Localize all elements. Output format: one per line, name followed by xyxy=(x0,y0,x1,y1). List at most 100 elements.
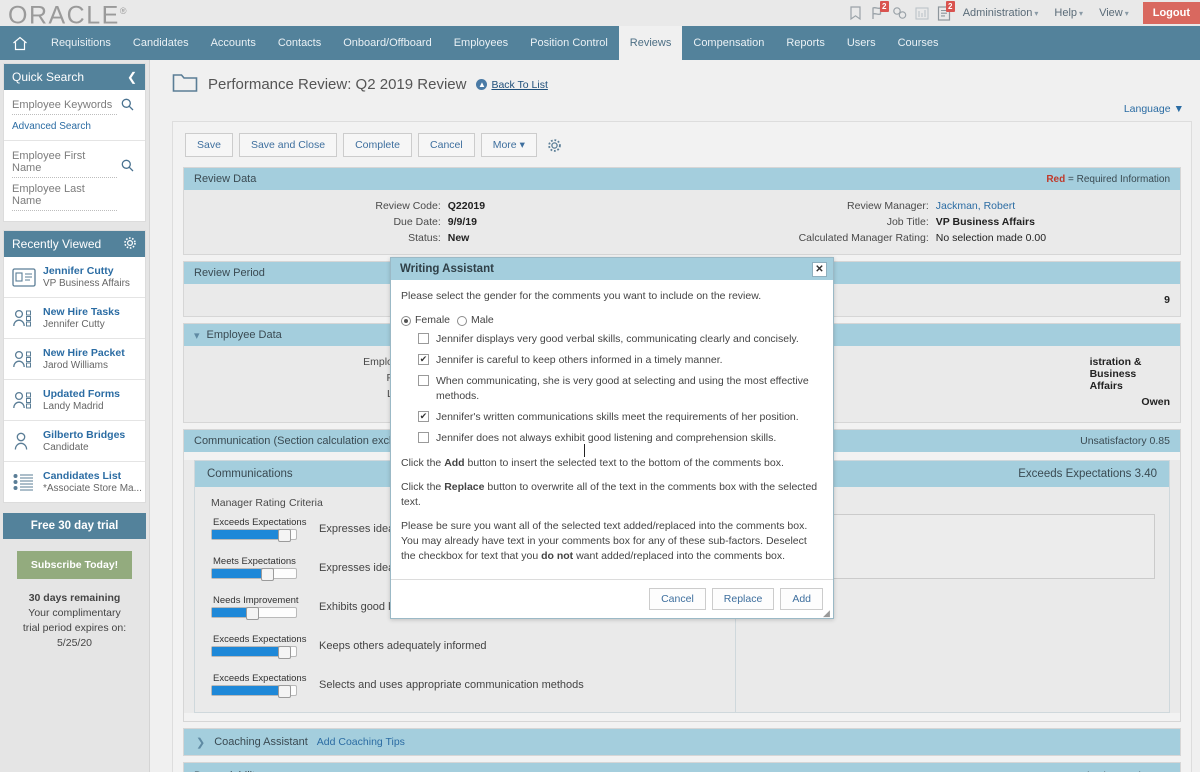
close-icon[interactable]: ✕ xyxy=(812,262,827,277)
nav-item-employees[interactable]: Employees xyxy=(443,26,519,60)
list-item[interactable]: New Hire Tasks Jennifer Cutty xyxy=(4,298,145,339)
option-label: Jennifer does not always exhibit good li… xyxy=(436,431,776,446)
chevron-down-icon[interactable]: ▾ xyxy=(194,329,200,342)
search-icon[interactable] xyxy=(117,147,137,172)
slider-knob[interactable] xyxy=(278,685,291,698)
slider-track[interactable] xyxy=(211,646,297,657)
radio-male[interactable]: Male xyxy=(457,313,494,328)
employee-last-name-input[interactable]: Employee Last Name xyxy=(12,180,117,211)
slider-track[interactable] xyxy=(211,607,297,618)
radio-female-input[interactable] xyxy=(401,316,411,326)
chart-icon[interactable] xyxy=(911,0,933,26)
dialog-replace-button[interactable]: Replace xyxy=(712,588,775,610)
nav-item-requisitions[interactable]: Requisitions xyxy=(40,26,122,60)
subscribe-today-button[interactable]: Subscribe Today! xyxy=(17,551,132,579)
save-and-close-button[interactable]: Save and Close xyxy=(239,133,337,157)
slider-knob[interactable] xyxy=(246,607,259,620)
language-selector[interactable]: Language ▼ xyxy=(150,97,1200,115)
list-item[interactable]: Jennifer Cutty VP Business Affairs xyxy=(4,257,145,298)
dialog-cancel-button[interactable]: Cancel xyxy=(649,588,706,610)
flag-icon[interactable]: 2 xyxy=(867,0,889,26)
option-row[interactable]: ✔ Jennifer's written communications skil… xyxy=(418,410,823,425)
option-checkbox[interactable]: ✔ xyxy=(418,411,429,422)
bookmark-icon[interactable] xyxy=(845,0,867,26)
option-row[interactable]: Jennifer displays very good verbal skill… xyxy=(418,332,823,347)
cancel-button[interactable]: Cancel xyxy=(418,133,475,157)
nav-item-contacts[interactable]: Contacts xyxy=(267,26,332,60)
field-value-partial: istration & Business Affairs xyxy=(834,356,1170,392)
advanced-search-link[interactable]: Advanced Search xyxy=(12,121,137,132)
option-checkbox[interactable]: ✔ xyxy=(418,354,429,365)
nav-item-courses[interactable]: Courses xyxy=(887,26,950,60)
nav-item-reports[interactable]: Reports xyxy=(775,26,836,60)
field-value-link[interactable]: Jackman, Robert xyxy=(936,200,1015,212)
add-hint-pre: Click the xyxy=(401,457,444,469)
search-icon[interactable] xyxy=(117,96,137,111)
resize-grip-icon[interactable]: ◢ xyxy=(823,609,831,617)
list-item-name[interactable]: Updated Forms xyxy=(43,388,120,400)
menu-view[interactable]: View▾ xyxy=(1091,7,1137,19)
nav-item-position-control[interactable]: Position Control xyxy=(519,26,619,60)
add-coaching-tips-link[interactable]: Add Coaching Tips xyxy=(317,736,405,748)
tasks-icon[interactable]: 2 xyxy=(933,0,955,26)
tasks-badge: 2 xyxy=(946,1,955,12)
rating-slider[interactable]: Exceeds Expectations xyxy=(211,673,297,696)
dialog-add-button[interactable]: Add xyxy=(780,588,823,610)
slider-track[interactable] xyxy=(211,685,297,696)
list-item[interactable]: Candidates List *Associate Store Ma... xyxy=(4,462,145,502)
slider-knob[interactable] xyxy=(261,568,274,581)
list-item-name[interactable]: New Hire Packet xyxy=(43,347,125,359)
link-icon[interactable] xyxy=(889,0,911,26)
home-icon[interactable] xyxy=(0,26,40,60)
option-row[interactable]: Jennifer does not always exhibit good li… xyxy=(418,431,823,446)
more-button[interactable]: More ▾ xyxy=(481,133,537,157)
field-value: 9/9/19 xyxy=(448,216,477,228)
gear-icon[interactable] xyxy=(547,138,562,153)
more-button-label: More xyxy=(493,139,517,151)
nav-item-accounts[interactable]: Accounts xyxy=(200,26,267,60)
list-item-name[interactable]: Jennifer Cutty xyxy=(43,265,114,277)
menu-administration[interactable]: Administration▾ xyxy=(955,7,1047,19)
chevron-down-icon[interactable]: ▼ xyxy=(1174,103,1184,115)
slider-knob[interactable] xyxy=(278,646,291,659)
rating-slider[interactable]: Meets Expectations xyxy=(211,556,297,579)
option-checkbox[interactable] xyxy=(418,375,429,386)
radio-female[interactable]: Female xyxy=(401,313,450,328)
chevron-right-icon[interactable]: ❯ xyxy=(196,736,205,749)
menu-help[interactable]: Help▾ xyxy=(1046,7,1091,19)
nav-item-onboard-offboard[interactable]: Onboard/Offboard xyxy=(332,26,442,60)
complete-button[interactable]: Complete xyxy=(343,133,412,157)
option-checkbox[interactable] xyxy=(418,432,429,443)
back-to-list[interactable]: ▲Back To List xyxy=(476,79,547,91)
nav-item-reviews[interactable]: Reviews xyxy=(619,26,683,60)
rating-slider[interactable]: Exceeds Expectations xyxy=(211,634,297,657)
nav-item-compensation[interactable]: Compensation xyxy=(682,26,775,60)
slider-knob[interactable] xyxy=(278,529,291,542)
back-to-list-link[interactable]: Back To List xyxy=(491,79,547,91)
list-item-name[interactable]: New Hire Tasks xyxy=(43,306,120,318)
option-checkbox[interactable] xyxy=(418,333,429,344)
list-item[interactable]: New Hire Packet Jarod Williams xyxy=(4,339,145,380)
rating-slider[interactable]: Needs Improvement xyxy=(211,595,297,618)
nav-item-candidates[interactable]: Candidates xyxy=(122,26,200,60)
option-row[interactable]: When communicating, she is very good at … xyxy=(418,374,823,404)
slider-track[interactable] xyxy=(211,568,297,579)
rating-slider[interactable]: Exceeds Expectations xyxy=(211,517,297,540)
nav-item-users[interactable]: Users xyxy=(836,26,887,60)
list-item-name[interactable]: Candidates List xyxy=(43,470,121,482)
slider-track[interactable] xyxy=(211,529,297,540)
chevron-left-icon[interactable]: ❮ xyxy=(127,70,137,84)
list-item-name[interactable]: Gilberto Bridges xyxy=(43,429,125,441)
employee-keywords-input[interactable]: Employee Keywords xyxy=(12,96,117,115)
gear-icon[interactable] xyxy=(123,236,137,253)
radio-female-label: Female xyxy=(415,313,450,328)
option-row[interactable]: ✔ Jennifer is careful to keep others inf… xyxy=(418,353,823,368)
list-item[interactable]: Gilberto Bridges Candidate xyxy=(4,421,145,462)
coaching-assistant-header[interactable]: ❯ Coaching Assistant Add Coaching Tips xyxy=(184,729,1180,755)
radio-male-input[interactable] xyxy=(457,316,467,326)
list-item[interactable]: Updated Forms Landy Madrid xyxy=(4,380,145,421)
employee-first-name-input[interactable]: Employee First Name xyxy=(12,147,117,178)
logout-button[interactable]: Logout xyxy=(1143,2,1200,24)
slider-fill xyxy=(212,647,281,656)
save-button[interactable]: Save xyxy=(185,133,233,157)
